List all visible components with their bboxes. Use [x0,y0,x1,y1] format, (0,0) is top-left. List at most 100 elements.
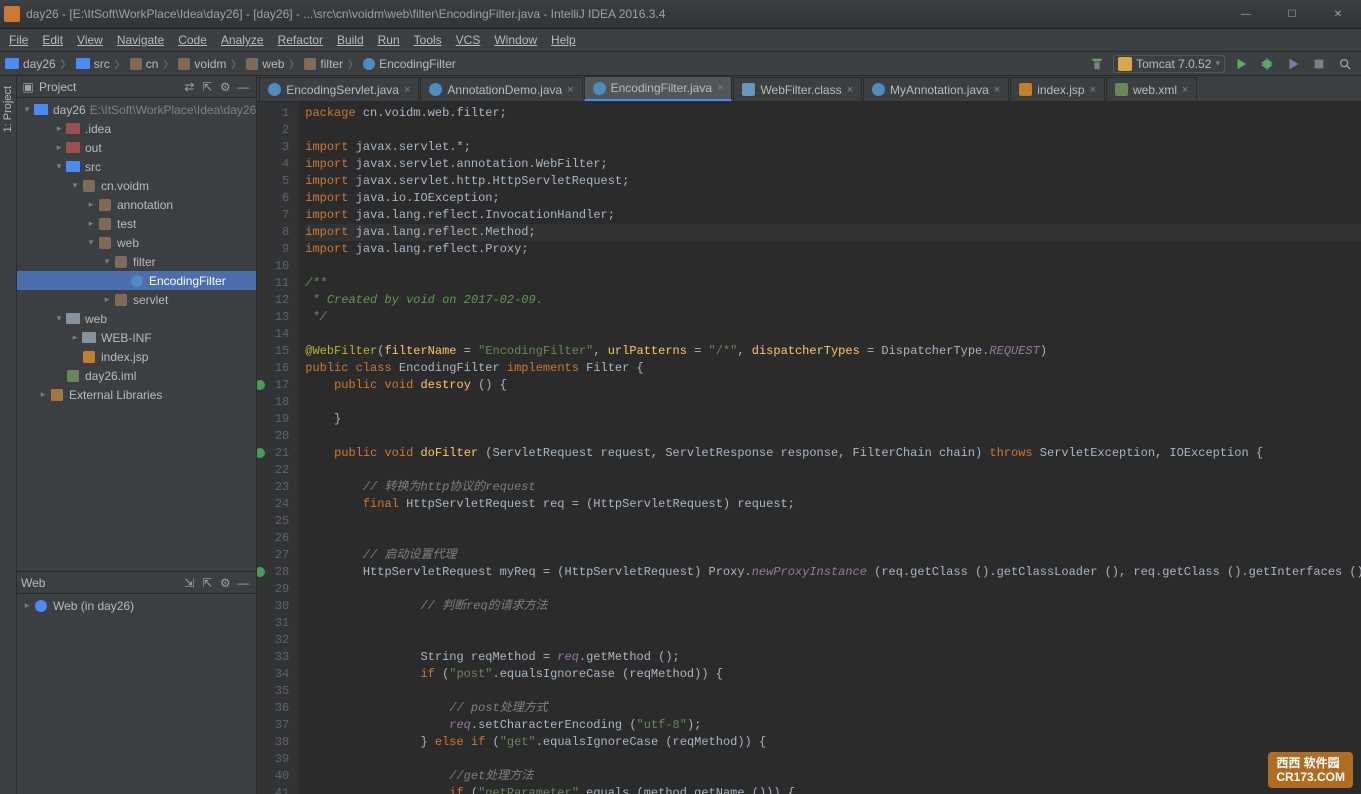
tree-expander[interactable]: ▸ [101,294,113,305]
editor-tab[interactable]: MyAnnotation.java× [863,77,1009,101]
gutter-override-icon[interactable] [257,567,265,577]
tree-expander[interactable]: ▾ [101,256,113,267]
toolwindow-tab-project[interactable]: 1: Project [0,76,16,142]
tree-node[interactable]: ▾cn.voidm [17,176,256,195]
code-line[interactable]: @WebFilter(filterName = "EncodingFilter"… [305,343,1361,360]
editor-tab[interactable]: EncodingFilter.java× [584,76,733,101]
editor-tab[interactable]: AnnotationDemo.java× [420,77,582,101]
code-line[interactable]: // 启动设置代理 [305,547,1361,564]
tree-expander[interactable]: ▸ [85,199,97,210]
tree-expander[interactable]: ▾ [53,161,65,172]
tree-node[interactable]: ▸External Libraries [17,385,256,404]
code-line[interactable]: req.setCharacterEncoding ("utf-8"); [305,717,1361,734]
tree-expander[interactable]: ▸ [53,123,65,134]
code-line[interactable] [305,326,1361,343]
settings-button[interactable]: ⚙ [216,78,234,96]
code-line[interactable]: import java.io.IOException; [305,190,1361,207]
run-configuration-dropdown[interactable]: Tomcat 7.0.52 ▾ [1113,55,1225,73]
hide-button[interactable]: — [234,78,252,96]
menu-edit[interactable]: Edit [35,30,70,50]
code-line[interactable]: import javax.servlet.*; [305,139,1361,156]
code-line[interactable] [305,683,1361,700]
web-tree[interactable]: ▸ Web (in day26) [17,594,256,794]
code-line[interactable]: package cn.voidm.web.filter; [305,105,1361,122]
code-line[interactable]: public void doFilter (ServletRequest req… [305,445,1361,462]
tree-node[interactable]: index.jsp [17,347,256,366]
tree-expander[interactable]: ▸ [37,389,49,400]
code-line[interactable]: if ("post".equalsIgnoreCase (reqMethod))… [305,666,1361,683]
tree-node[interactable]: ▾src [17,157,256,176]
code-line[interactable]: // 转换为http协议的request [305,479,1361,496]
tree-node[interactable]: ▸test [17,214,256,233]
menu-view[interactable]: View [70,30,110,50]
scroll-from-source-button[interactable]: ⇄ [180,78,198,96]
run-with-coverage-button[interactable] [1283,54,1303,74]
crumb-web[interactable]: web [244,57,286,71]
tree-node-root[interactable]: ▾day26E:\ItSoft\WorkPlace\Idea\day26 [17,100,256,119]
collapse-button[interactable]: ⇲ [180,574,198,592]
close-tab-button[interactable]: × [404,84,410,96]
tree-expander[interactable]: ▾ [85,237,97,248]
code-line[interactable]: } else if ("get".equalsIgnoreCase (reqMe… [305,734,1361,751]
code-line[interactable] [305,462,1361,479]
code-line[interactable]: // 判断req的请求方法 [305,598,1361,615]
code-line[interactable]: */ [305,309,1361,326]
tree-node[interactable]: day26.iml [17,366,256,385]
code-line[interactable]: import javax.servlet.http.HttpServletReq… [305,173,1361,190]
menu-tools[interactable]: Tools [407,30,449,50]
close-tab-button[interactable]: × [1090,84,1096,96]
close-tab-button[interactable]: × [994,84,1000,96]
close-button[interactable]: ✕ [1315,0,1361,29]
expand-button[interactable]: ⇱ [198,574,216,592]
tree-expander[interactable]: ▸ [69,332,81,343]
code-line[interactable] [305,513,1361,530]
menu-navigate[interactable]: Navigate [110,30,171,50]
code-line[interactable]: /** [305,275,1361,292]
code-line[interactable]: if ("getParameter".equals (method.getNam… [305,785,1361,794]
hide-button[interactable]: — [234,574,252,592]
crumb-cn[interactable]: cn [128,57,161,71]
tree-node[interactable]: ▾web [17,233,256,252]
editor-tab[interactable]: WebFilter.class× [733,77,862,101]
settings-button[interactable]: ⚙ [216,574,234,592]
editor-gutter[interactable]: 1234567891011121314151617181920212223242… [257,102,299,794]
code-line[interactable] [305,258,1361,275]
tree-expander[interactable]: ▸ [53,142,65,153]
code-line[interactable] [305,615,1361,632]
code-line[interactable]: public void destroy () { [305,377,1361,394]
menu-refactor[interactable]: Refactor [271,30,330,50]
debug-button[interactable] [1257,54,1277,74]
run-button[interactable] [1231,54,1251,74]
tree-expander[interactable]: ▾ [69,180,81,191]
minimize-button[interactable]: — [1223,0,1269,29]
code-line[interactable]: HttpServletRequest myReq = (HttpServletR… [305,564,1361,581]
tree-expander[interactable]: ▾ [21,104,33,115]
gutter-override-icon[interactable] [257,380,265,390]
close-tab-button[interactable]: × [847,84,853,96]
menu-analyze[interactable]: Analyze [214,30,271,50]
tree-expander[interactable]: ▸ [21,600,33,611]
code-line[interactable]: public class EncodingFilter implements F… [305,360,1361,377]
menu-window[interactable]: Window [487,30,544,50]
editor[interactable]: 1234567891011121314151617181920212223242… [257,102,1361,794]
tree-node[interactable]: ▸.idea [17,119,256,138]
code-line[interactable] [305,122,1361,139]
editor-tab[interactable]: index.jsp× [1010,77,1105,101]
tree-node[interactable]: ▸servlet [17,290,256,309]
code-line[interactable]: //get处理方法 [305,768,1361,785]
code-line[interactable]: String reqMethod = req.getMethod (); [305,649,1361,666]
crumb-filter[interactable]: filter [302,57,345,71]
menu-help[interactable]: Help [544,30,583,50]
editor-code[interactable]: package cn.voidm.web.filter; import java… [299,102,1361,794]
code-line[interactable]: import java.lang.reflect.Method; [305,224,1361,241]
code-line[interactable] [305,632,1361,649]
tree-expander[interactable]: ▸ [85,218,97,229]
tree-node[interactable]: ▸WEB-INF [17,328,256,347]
code-line[interactable] [305,394,1361,411]
menu-vcs[interactable]: VCS [449,30,488,50]
tree-node[interactable]: ▸out [17,138,256,157]
code-line[interactable] [305,530,1361,547]
close-tab-button[interactable]: × [1182,84,1188,96]
code-line[interactable] [305,751,1361,768]
crumb-class[interactable]: EncodingFilter [361,57,458,71]
